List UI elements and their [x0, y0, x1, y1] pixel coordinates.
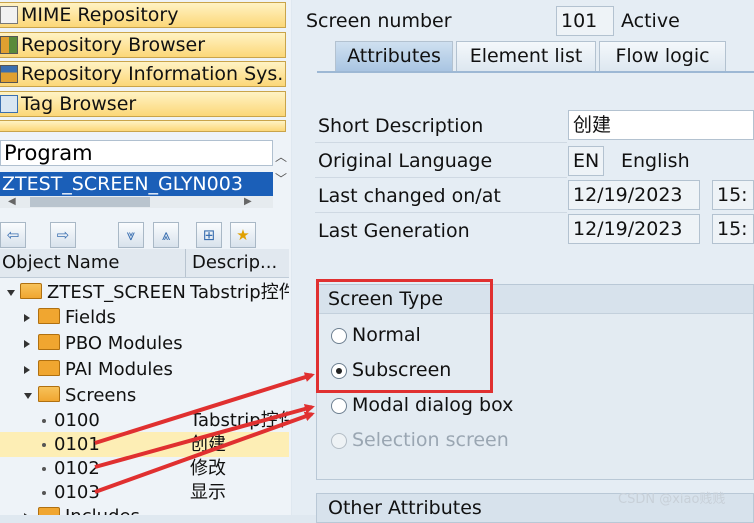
tree-label: 0101	[54, 434, 100, 455]
tree-row-screen-0101[interactable]: 0101 创建	[0, 432, 289, 457]
tree-row-pai-modules[interactable]: PAI Modules	[0, 357, 289, 382]
mime-repository-icon	[0, 6, 18, 24]
tag-browser-button[interactable]: Tag Browser	[0, 91, 286, 117]
last-generation-date-field[interactable]: 12/19/2023	[568, 214, 700, 244]
folder-icon	[38, 360, 60, 376]
expand-subtree-icon[interactable]: ⩔	[118, 222, 144, 248]
vertical-scrollbar[interactable]: ︿ ﹀	[274, 140, 288, 210]
bullet-icon	[42, 491, 46, 495]
tree-row-screen-0100[interactable]: 0100 Tabstrip控件	[0, 408, 289, 433]
tab-element-list[interactable]: Element list	[456, 41, 596, 71]
scrollbar-thumb[interactable]	[30, 197, 150, 207]
object-name-field[interactable]: ZTEST_SCREEN_GLYN003	[0, 172, 273, 196]
tree-row-screen-0103[interactable]: 0103 显示	[0, 480, 289, 505]
scroll-left-icon[interactable]: ◀	[8, 196, 16, 207]
tree-row-screen-0102[interactable]: 0102 修改	[0, 456, 289, 481]
tree-desc: Tabstrip控件	[190, 282, 289, 303]
column-description[interactable]: Descrip...	[192, 249, 287, 277]
repository-info-system-button[interactable]: Repository Information Sys...	[0, 61, 286, 87]
folder-open-icon	[20, 283, 42, 299]
radio-selection-screen	[331, 433, 347, 449]
watermark: CSDN @xiao贱贱	[618, 492, 726, 507]
tree-label: Fields	[65, 307, 116, 328]
tree-label: Screens	[65, 385, 137, 406]
column-object-name[interactable]: Object Name	[2, 249, 119, 277]
repository-browser-label: Repository Browser	[21, 34, 206, 56]
collapse-subtree-icon[interactable]: ⩓	[153, 222, 179, 248]
tree-row-program[interactable]: ZTEST_SCREEN_GLYN003 Tabstrip控件	[0, 280, 289, 305]
left-navigation-panel: MIME Repository Repository Browser Repos…	[0, 0, 291, 515]
screen-number-label: Screen number	[306, 10, 452, 32]
folder-icon	[38, 334, 60, 350]
short-description-field[interactable]: 创建	[568, 110, 754, 140]
bullet-icon	[42, 419, 46, 423]
tree-desc: Tabstrip控件	[190, 410, 289, 431]
annotation-highlight-box	[316, 279, 493, 393]
collapsed-arrow-icon[interactable]	[24, 340, 30, 348]
original-language-name: English	[621, 150, 690, 172]
forward-icon[interactable]: ⇨	[50, 222, 76, 248]
tree-row-screens[interactable]: Screens	[0, 383, 289, 408]
tab-strip-line	[317, 71, 754, 73]
last-changed-label: Last changed on/at	[318, 185, 501, 207]
repository-browser-button[interactable]: Repository Browser	[0, 32, 286, 58]
mime-repository-label: MIME Repository	[21, 4, 179, 26]
collapsed-arrow-icon[interactable]	[24, 366, 30, 374]
favorites-star-icon[interactable]: ★	[230, 222, 256, 248]
bullet-icon	[42, 443, 46, 447]
tree-label: 0100	[54, 410, 100, 431]
bullet-icon	[42, 467, 46, 471]
repository-info-icon	[0, 65, 18, 83]
tree-desc: 修改	[190, 458, 226, 479]
tab-attributes[interactable]: Attributes	[335, 41, 453, 71]
mime-repository-button[interactable]: MIME Repository	[0, 2, 286, 28]
tag-browser-label: Tag Browser	[21, 93, 137, 115]
tree-desc: 创建	[190, 434, 226, 455]
last-changed-date-field[interactable]: 12/19/2023	[568, 180, 700, 210]
last-generation-time-field[interactable]: 15:	[712, 214, 754, 244]
tree-label: PBO Modules	[65, 333, 183, 354]
expanded-arrow-icon[interactable]	[24, 393, 32, 399]
folder-open-icon	[38, 386, 60, 402]
folder-icon	[38, 308, 60, 324]
tag-browser-icon	[0, 95, 18, 113]
radio-modal-dialog-box-label[interactable]: Modal dialog box	[352, 394, 513, 416]
tree-header: Object Name Descrip...	[0, 249, 289, 278]
screen-status: Active	[621, 10, 680, 32]
radio-selection-screen-label: Selection screen	[352, 429, 509, 451]
tree-label: Includes	[65, 504, 140, 515]
screen-number-field[interactable]: 101	[556, 6, 614, 36]
tree-desc: 显示	[190, 482, 226, 503]
repository-info-label: Repository Information Sys...	[21, 63, 286, 85]
original-language-field[interactable]: EN	[568, 146, 604, 176]
hierarchy-icon[interactable]: ⊞	[196, 222, 222, 248]
scroll-right-icon[interactable]: ▶	[244, 196, 252, 207]
back-icon[interactable]: ⇦	[0, 222, 26, 248]
last-generation-label: Last Generation	[318, 220, 470, 242]
collapsed-arrow-icon[interactable]	[24, 314, 30, 322]
radio-modal-dialog-box[interactable]	[331, 398, 347, 414]
tree-label: PAI Modules	[65, 359, 173, 380]
tree-label: 0102	[54, 458, 100, 479]
short-description-label: Short Description	[318, 115, 484, 137]
scroll-up-icon[interactable]: ︿	[275, 148, 287, 165]
tree-row-pbo-modules[interactable]: PBO Modules	[0, 331, 289, 356]
tab-flow-logic[interactable]: Flow logic	[599, 41, 726, 71]
expanded-arrow-icon[interactable]	[7, 290, 15, 296]
horizontal-scrollbar[interactable]: ◀ ▶	[0, 196, 273, 208]
tree-label: 0103	[54, 482, 100, 503]
original-language-label: Original Language	[318, 150, 493, 172]
repository-browser-icon	[0, 36, 18, 54]
other-attributes-title: Other Attributes	[328, 497, 482, 519]
nav-button-partial[interactable]	[0, 120, 286, 132]
last-changed-time-field[interactable]: 15:	[712, 180, 754, 210]
object-type-field[interactable]: Program	[0, 140, 273, 166]
folder-icon	[38, 507, 60, 515]
tree-label: ZTEST_SCREEN_GLYN003	[47, 282, 185, 303]
tree-row-fields[interactable]: Fields	[0, 305, 289, 330]
scroll-down-icon[interactable]: ﹀	[275, 170, 287, 187]
tree-row-includes[interactable]: Includes	[0, 504, 289, 515]
